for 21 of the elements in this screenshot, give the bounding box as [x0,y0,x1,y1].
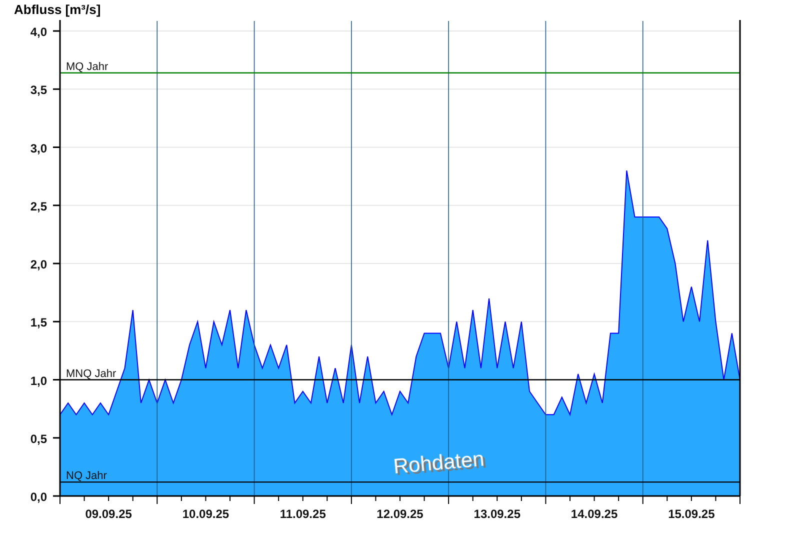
axis-tick-label: 11.09.25 [280,507,326,521]
axis-tick-label: 2,0 [30,258,47,272]
axis-tick-label: 13.09.25 [474,507,520,521]
axis-tick-label: 15.09.25 [668,507,715,521]
reference-line-label: NQ Jahr [66,470,107,482]
raw-data-label: Rohdaten [392,447,486,478]
reference-line-label: MQ Jahr [66,60,108,73]
axis-tick-label: 2,5 [30,199,47,214]
axis-tick-label: 0,0 [30,490,47,504]
axis-tick-label: 4,0 [30,25,47,39]
axis-tick-label: 12.09.25 [376,507,424,521]
axis-tick-label: 14.09.25 [570,507,618,521]
axis-tick-label: 3,5 [30,83,47,98]
axis-tick-label: 3,0 [30,141,47,156]
axis-tick-label: 0,5 [30,432,47,446]
axis-tick-label: 09.09.25 [85,507,132,521]
axis-tick-label: 1,0 [30,374,47,388]
axis-title: Abfluss [m³/s] [14,2,101,17]
reference-line-label: MNQ Jahr [66,368,116,380]
axis-tick-label: 10.09.25 [182,507,230,521]
axis-tick-label: 1,5 [30,316,47,330]
